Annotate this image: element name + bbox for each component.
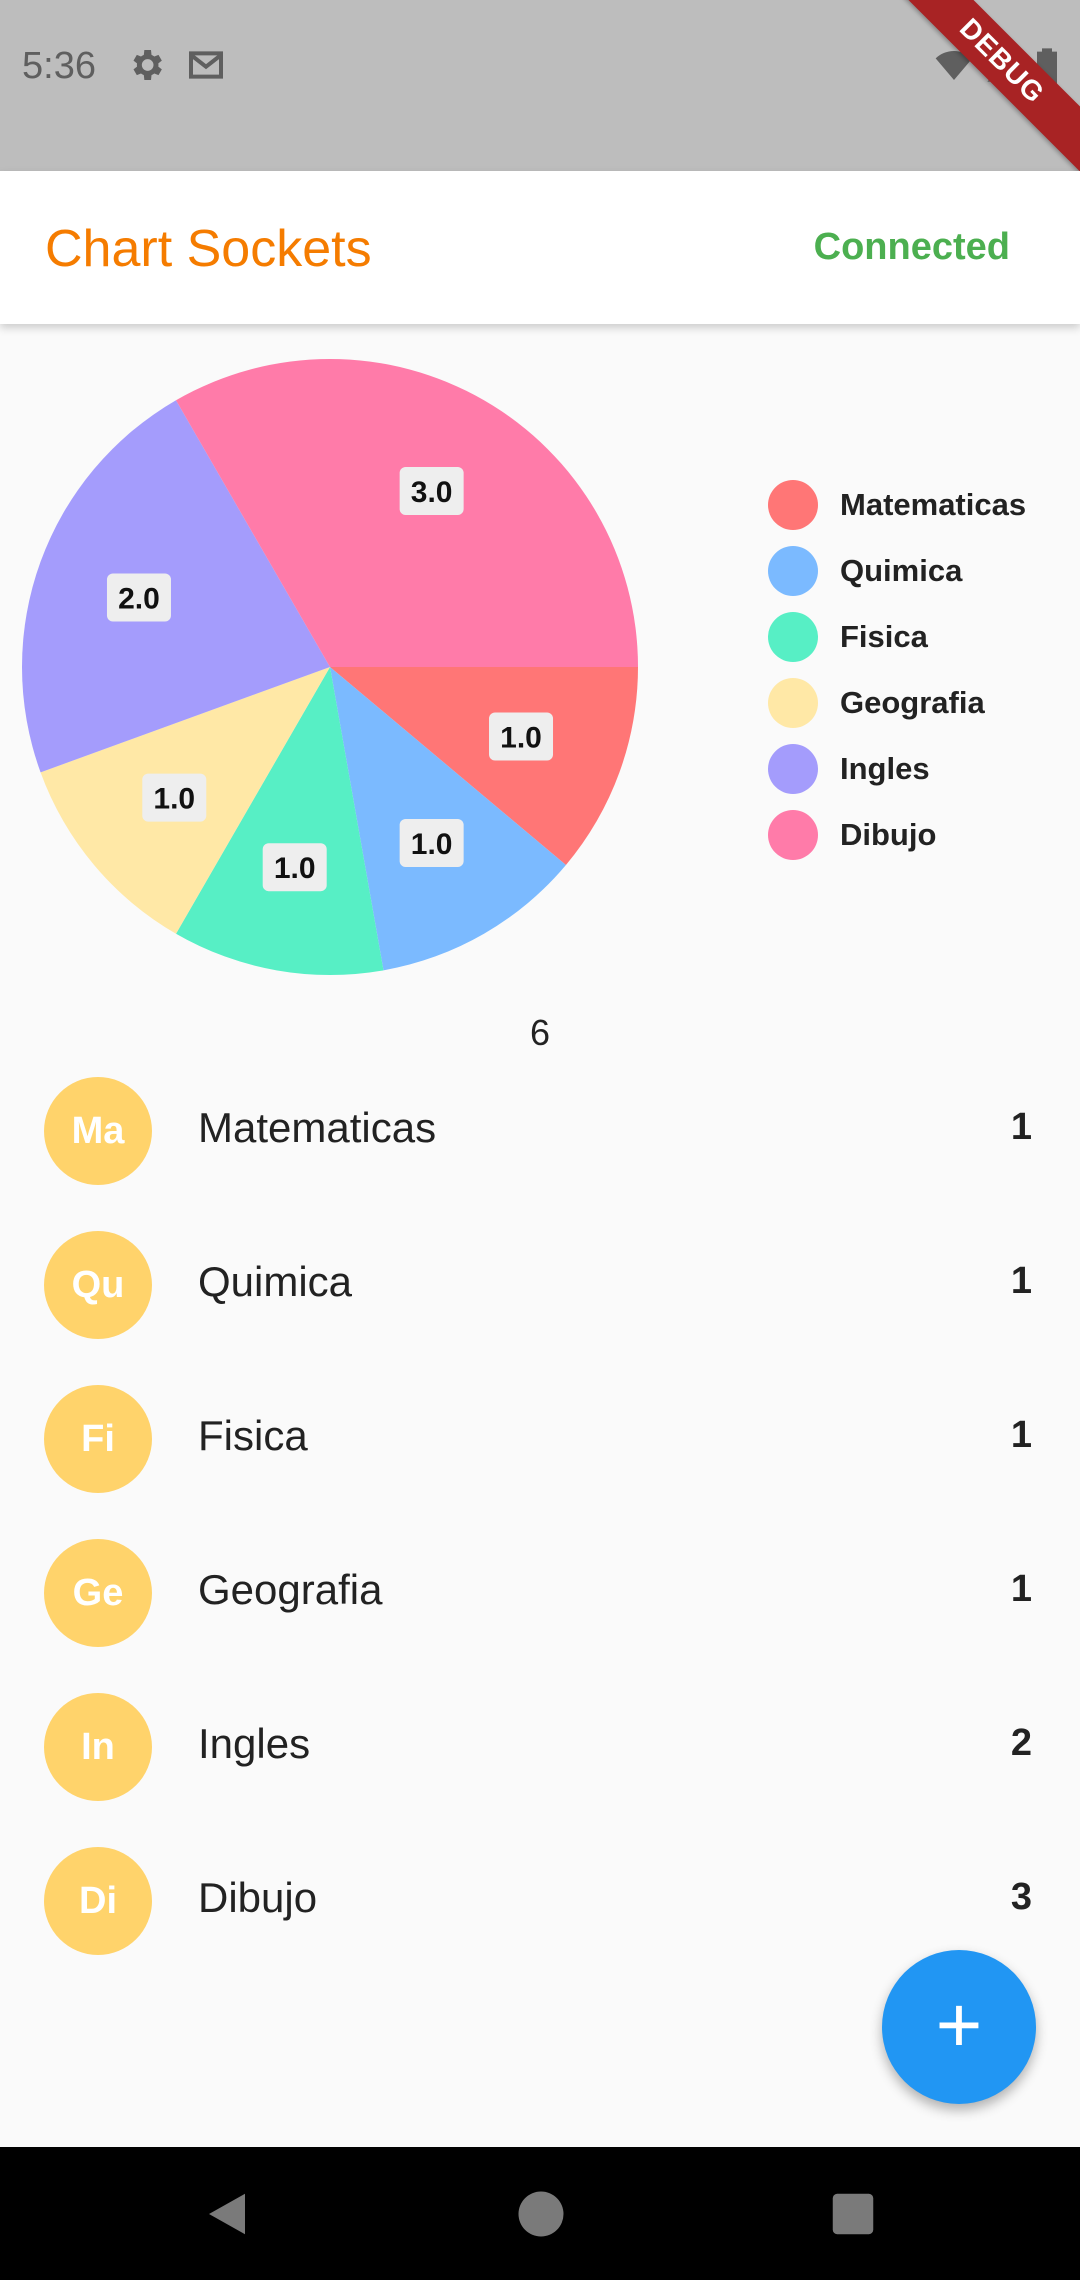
- status-time: 5:36: [22, 45, 96, 87]
- avatar: Ge: [44, 1539, 152, 1647]
- list-item-name: Dibujo: [198, 1874, 318, 1921]
- mail-icon: [189, 51, 223, 79]
- legend-label: Quimica: [840, 553, 963, 588]
- debug-banner: DEBUG: [886, 0, 1080, 177]
- list-item[interactable]: Fi Fisica 1: [0, 1362, 1080, 1516]
- avatar: Fi: [44, 1385, 152, 1493]
- list-item-value: 2: [1010, 1722, 1032, 1764]
- recents-icon[interactable]: [826, 2187, 880, 2241]
- status-bar: 5:36 DEBUG: [0, 0, 1080, 177]
- list-item[interactable]: Ge Geografia 1: [0, 1516, 1080, 1670]
- connection-status: Connected: [813, 226, 1010, 268]
- legend-color-dot: [768, 612, 818, 662]
- list-item-name: Geografia: [198, 1566, 383, 1613]
- list-item-name: Ingles: [198, 1720, 311, 1767]
- svg-text:1.0: 1.0: [153, 783, 195, 816]
- navigation-bar: [0, 2147, 1080, 2280]
- list-item-name: Matematicas: [198, 1104, 437, 1151]
- legend-color-dot: [768, 546, 818, 596]
- list-item[interactable]: Qu Quimica 1: [0, 1208, 1080, 1362]
- avatar: Qu: [44, 1231, 152, 1339]
- pie-label-matematicas: 1.0: [489, 712, 554, 761]
- legend-item-fisica: Fisica: [768, 604, 1026, 670]
- legend-item-dibujo: Dibujo: [768, 802, 1026, 868]
- svg-text:1.0: 1.0: [411, 828, 453, 861]
- list-item[interactable]: In Ingles 2: [0, 1670, 1080, 1824]
- pie-label-quimica: 1.0: [399, 819, 464, 868]
- list-item-value: 1: [1010, 1260, 1032, 1302]
- list-item-value: 3: [1010, 1876, 1032, 1918]
- list-item-name: Quimica: [198, 1258, 353, 1305]
- legend-item-matematicas: Matematicas: [768, 472, 1026, 538]
- list-item-value: 1: [1010, 1106, 1032, 1148]
- app-title: Chart Sockets: [45, 220, 372, 278]
- legend-item-ingles: Ingles: [768, 736, 1026, 802]
- app-bar: Chart Sockets Connected: [0, 171, 1080, 324]
- legend-label: Fisica: [840, 619, 928, 654]
- svg-text:3.0: 3.0: [411, 476, 453, 509]
- home-icon[interactable]: [514, 2187, 568, 2241]
- avatar: Di: [44, 1847, 152, 1955]
- legend-label: Geografia: [840, 685, 985, 720]
- pie-label-ingles: 2.0: [106, 573, 171, 622]
- pie-chart: 1.0 1.0 1.0 1.0 2.0 3.0: [21, 359, 638, 975]
- legend-color-dot: [768, 480, 818, 530]
- legend-label: Matematicas: [840, 487, 1027, 522]
- legend-color-dot: [768, 744, 818, 794]
- svg-text:2.0: 2.0: [118, 582, 160, 615]
- avatar: In: [44, 1693, 152, 1801]
- list-item[interactable]: Ma Matematicas 1: [0, 1054, 1080, 1208]
- pie-label-dibujo: 3.0: [399, 466, 464, 515]
- legend-label: Ingles: [840, 751, 930, 786]
- add-button[interactable]: +: [882, 1950, 1036, 2104]
- svg-text:1.0: 1.0: [274, 852, 316, 885]
- avatar: Ma: [44, 1077, 152, 1185]
- pie-label-geografia: 1.0: [142, 773, 207, 822]
- pie-label-fisica: 1.0: [262, 843, 327, 892]
- settings-icon: [133, 50, 162, 80]
- pie-chart-area: 1.0 1.0 1.0 1.0 2.0 3.0 Matematicas Quimica Fis…: [0, 324, 1080, 1064]
- list-item-name: Fisica: [198, 1412, 308, 1459]
- chart-legend: Matematicas Quimica Fisica Geografia Ingles D…: [768, 472, 1026, 868]
- back-icon[interactable]: [200, 2187, 254, 2241]
- legend-color-dot: [768, 810, 818, 860]
- list-item-value: 1: [1010, 1414, 1032, 1456]
- list-item[interactable]: Di Dibujo 3: [0, 1824, 1080, 1978]
- legend-label: Dibujo: [840, 817, 937, 852]
- legend-item-geografia: Geografia: [768, 670, 1026, 736]
- legend-item-quimica: Quimica: [768, 538, 1026, 604]
- total-count: 6: [529, 1012, 551, 1053]
- svg-text:1.0: 1.0: [500, 722, 542, 755]
- plus-icon: +: [935, 1980, 983, 2069]
- legend-color-dot: [768, 678, 818, 728]
- list-item-value: 1: [1010, 1568, 1032, 1610]
- subject-list: Ma Matematicas 1 Qu Quimica 1 Fi Fisica 1 Ge Geogr…: [0, 1054, 1080, 1978]
